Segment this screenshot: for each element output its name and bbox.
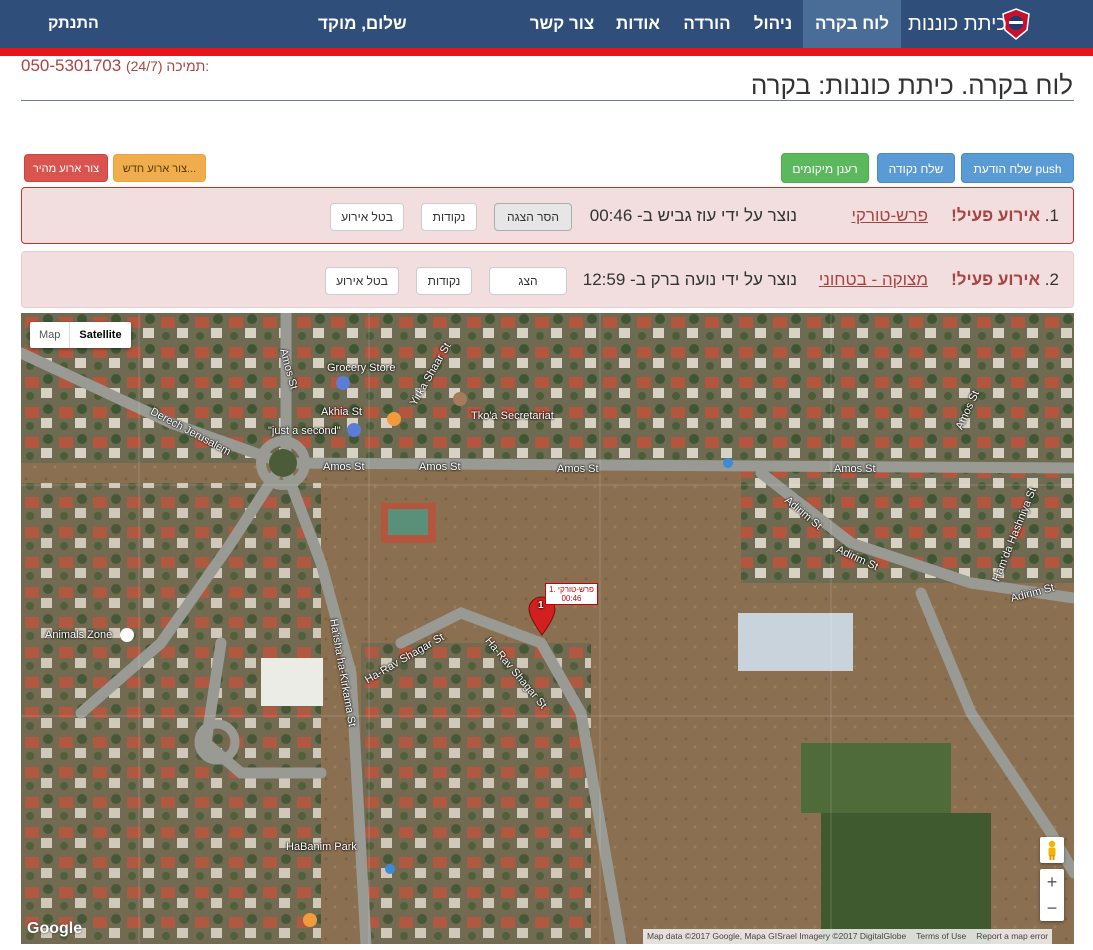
terms-link[interactable]: Terms of Use	[916, 929, 966, 944]
brand-name[interactable]: כיתת כוננות	[908, 0, 1007, 48]
event-marker-number: 1	[538, 600, 544, 611]
nav-about[interactable]: אודות	[606, 0, 670, 48]
map-label: Amos St	[834, 463, 876, 475]
map-label: Amos St	[557, 463, 599, 475]
support-label: תמיכה (24/7):	[125, 58, 210, 74]
landmark-icon	[453, 392, 467, 406]
paw-icon	[120, 628, 134, 642]
quick-event-button[interactable]: צור ארוע מהיר	[24, 154, 108, 182]
points-button[interactable]: נקודות	[421, 203, 477, 231]
google-logo: Google	[27, 920, 83, 937]
bus-stop-icon	[723, 458, 733, 468]
map-label: Tko'a Secretariat	[471, 410, 554, 422]
event-status: אירוע פעיל!	[951, 270, 1041, 289]
navbar-accent-bar	[0, 48, 1093, 56]
shopping-icon	[347, 423, 361, 437]
event-heading: 2. אירוע פעיל!	[951, 252, 1059, 309]
event-row: 2. אירוע פעיל! מצוקה - בטחוני נוצר על יד…	[21, 251, 1074, 308]
top-navbar: כיתת כוננות לוח בקרה ניהול הורדה אודות צ…	[0, 0, 1093, 48]
map-label: Amos St	[419, 461, 461, 473]
zoom-in-button[interactable]: +	[1040, 869, 1064, 895]
cancel-event-button[interactable]: בטל אירוע	[330, 203, 404, 231]
logout-link[interactable]: התנתק	[48, 0, 99, 48]
map-type-control: Map Satellite	[30, 322, 131, 348]
show-button[interactable]: הצג	[489, 267, 567, 295]
map-view[interactable]: Map Satellite Grocery Store Akhia St "ju…	[21, 313, 1074, 944]
nav-dashboard[interactable]: לוח בקרה	[803, 0, 901, 48]
page-title: לוח בקרה. כיתת כוננות: בקרה	[750, 70, 1073, 100]
event-heading: 1. אירוע פעיל!	[951, 188, 1059, 245]
event-index: 2.	[1044, 270, 1059, 289]
map-type-map-button[interactable]: Map	[30, 322, 71, 348]
map-label: Akhia St	[321, 406, 362, 418]
street-view-pegman-icon[interactable]	[1040, 837, 1064, 863]
report-error-link[interactable]: Report a map error	[976, 929, 1048, 944]
event-created: נוצר על ידי נועה ברק ב- 12:59	[582, 270, 797, 289]
nav-contact[interactable]: צור קשר	[520, 0, 604, 48]
bus-stop-icon	[385, 864, 395, 874]
map-label: HaBanim Park	[286, 841, 357, 853]
event-index: 1.	[1044, 206, 1059, 225]
user-greeting: שלום, מוקד	[318, 14, 407, 33]
shopping-icon	[336, 376, 350, 390]
event-marker-time: 00:46	[561, 594, 582, 603]
event-created: נוצר על ידי עוז גביש ב- 00:46	[589, 206, 797, 225]
send-push-button[interactable]: שלח הודעת push	[961, 153, 1074, 183]
event-row: 1. אירוע פעיל! פרש-טורקי נוצר על ידי עוז…	[21, 187, 1074, 244]
nav-download[interactable]: הורדה	[673, 0, 741, 48]
support-phone[interactable]: 050-5301703	[21, 56, 121, 75]
refresh-locations-button[interactable]: רענן מיקומים	[781, 153, 869, 183]
send-point-button[interactable]: שלח נקודה	[877, 153, 955, 183]
event-name-link[interactable]: מצוקה - בטחוני	[819, 252, 928, 309]
event-marker-name: 1. פרש-טורקי	[549, 585, 594, 594]
nav-manage[interactable]: ניהול	[744, 0, 802, 48]
map-attribution: Map data ©2017 Google, Mapa GISrael Imag…	[643, 929, 1053, 944]
map-label: Grocery Store	[327, 362, 396, 374]
points-button[interactable]: נקודות	[416, 267, 472, 295]
map-type-satellite-button[interactable]: Satellite	[70, 322, 130, 348]
cancel-event-button[interactable]: בטל אירוע	[325, 267, 399, 295]
map-label: "just a second"	[268, 425, 341, 437]
map-data-text: Map data ©2017 Google, Mapa GISrael Imag…	[647, 931, 907, 941]
zoom-out-button[interactable]: −	[1040, 895, 1064, 921]
event-marker-label[interactable]: 1. פרש-טורקי 00:46	[545, 583, 598, 605]
support-line: 050-5301703 תמיכה (24/7):	[21, 56, 209, 76]
satellite-imagery	[21, 313, 1074, 944]
restaurant-icon	[303, 913, 317, 927]
hide-display-button[interactable]: הסר הצגה	[494, 203, 572, 231]
new-event-button[interactable]: צור ארוע חדש...	[113, 154, 206, 182]
map-label: Amos St	[323, 461, 365, 473]
map-label: Animals Zone	[45, 629, 113, 641]
event-status: אירוע פעיל!	[951, 206, 1041, 225]
title-divider	[21, 100, 1074, 101]
event-name-link[interactable]: פרש-טורקי	[851, 188, 928, 245]
restaurant-icon	[387, 412, 401, 426]
zoom-control: + −	[1040, 869, 1064, 921]
